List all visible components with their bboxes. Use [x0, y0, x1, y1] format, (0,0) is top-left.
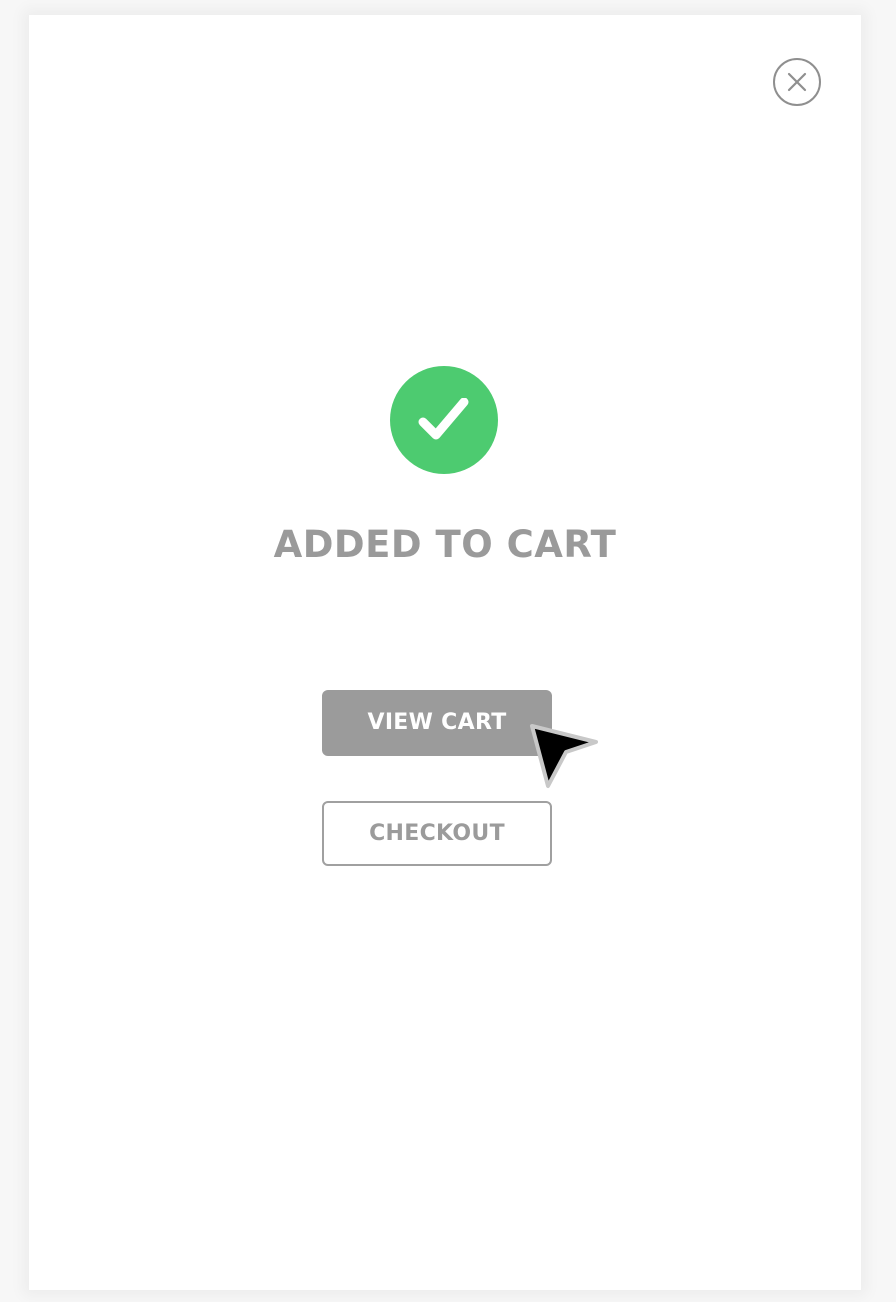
pointer-arrow-icon — [530, 724, 598, 788]
check-icon — [418, 398, 469, 440]
modal-title: ADDED TO CART — [273, 523, 617, 566]
added-to-cart-modal: ADDED TO CART VIEW CART CHECKOUT — [29, 15, 861, 1290]
close-button[interactable] — [773, 58, 821, 106]
close-icon — [787, 72, 807, 92]
check-circle-icon — [390, 366, 498, 474]
checkout-button[interactable]: CHECKOUT — [322, 801, 552, 866]
view-cart-button[interactable]: VIEW CART — [322, 690, 552, 756]
